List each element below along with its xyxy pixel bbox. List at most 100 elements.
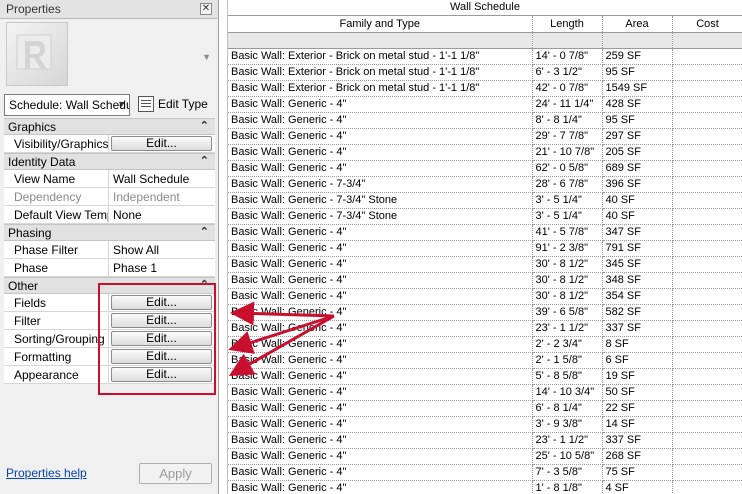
area-cell[interactable]: 791 SF — [602, 240, 673, 257]
table-row[interactable]: Basic Wall: Generic - 4" 91' - 2 3/8" 791 … — [228, 240, 742, 257]
length-cell[interactable]: 62' - 0 5/8" — [532, 160, 603, 177]
table-row[interactable]: Basic Wall: Generic - 4" 3' - 9 3/8" 14 SF — [228, 416, 742, 433]
column-header-cost[interactable]: Cost — [672, 16, 742, 33]
family-type-cell[interactable]: Basic Wall: Generic - 4" — [228, 368, 533, 385]
table-row[interactable]: Basic Wall: Generic - 4" 30' - 8 1/2" 354 … — [228, 288, 742, 305]
area-cell[interactable]: 689 SF — [602, 160, 673, 177]
cost-cell[interactable] — [672, 272, 742, 289]
visibility-edit-button[interactable]: Edit... — [111, 136, 212, 151]
preview-dropdown-icon[interactable]: ▼ — [202, 52, 211, 62]
cost-cell[interactable] — [672, 336, 742, 353]
family-type-cell[interactable]: Basic Wall: Generic - 4" — [228, 320, 533, 337]
family-type-cell[interactable]: Basic Wall: Generic - 4" — [228, 128, 533, 145]
family-type-cell[interactable]: Basic Wall: Generic - 4" — [228, 304, 533, 321]
area-cell[interactable]: 19 SF — [602, 368, 673, 385]
cost-cell[interactable] — [672, 448, 742, 465]
length-cell[interactable]: 2' - 1 5/8" — [532, 352, 603, 369]
family-type-cell[interactable]: Basic Wall: Generic - 4" — [228, 256, 533, 273]
cost-cell[interactable] — [672, 320, 742, 337]
area-cell[interactable]: 4 SF — [602, 480, 673, 494]
table-row[interactable]: Basic Wall: Generic - 7-3/4" Stone 3' - 5… — [228, 208, 742, 225]
cost-cell[interactable] — [672, 96, 742, 113]
cost-cell[interactable] — [672, 48, 742, 65]
apply-button[interactable]: Apply — [139, 463, 212, 484]
area-cell[interactable]: 348 SF — [602, 272, 673, 289]
family-type-cell[interactable]: Basic Wall: Generic - 4" — [228, 400, 533, 417]
cost-cell[interactable] — [672, 384, 742, 401]
length-cell[interactable]: 8' - 8 1/4" — [532, 112, 603, 129]
length-cell[interactable]: 2' - 2 3/4" — [532, 336, 603, 353]
area-cell[interactable]: 268 SF — [602, 448, 673, 465]
family-type-cell[interactable]: Basic Wall: Exterior - Brick on metal st… — [228, 48, 533, 65]
length-cell[interactable]: 30' - 8 1/2" — [532, 272, 603, 289]
type-selector-dropdown[interactable]: Schedule: Wall Schedule ▼ — [4, 94, 130, 116]
cost-cell[interactable] — [672, 128, 742, 145]
length-cell[interactable]: 3' - 9 3/8" — [532, 416, 603, 433]
area-cell[interactable]: 337 SF — [602, 432, 673, 449]
phase-value[interactable]: Phase 1 — [110, 259, 215, 276]
table-row[interactable]: Basic Wall: Generic - 4" 2' - 2 3/4" 8 SF — [228, 336, 742, 353]
cost-cell[interactable] — [672, 64, 742, 81]
length-cell[interactable]: 24' - 11 1/4" — [532, 96, 603, 113]
length-cell[interactable]: 41' - 5 7/8" — [532, 224, 603, 241]
view-name-value[interactable]: Wall Schedule — [110, 170, 215, 187]
table-row[interactable]: Basic Wall: Generic - 4" 23' - 1 1/2" 337 … — [228, 320, 742, 337]
area-cell[interactable]: 40 SF — [602, 208, 673, 225]
group-identity-data[interactable]: Identity Data ⌃ — [4, 153, 215, 170]
area-cell[interactable]: 205 SF — [602, 144, 673, 161]
length-cell[interactable]: 25' - 10 5/8" — [532, 448, 603, 465]
column-header-area[interactable]: Area — [602, 16, 673, 33]
properties-help-link[interactable]: Properties help — [6, 466, 87, 480]
area-cell[interactable]: 582 SF — [602, 304, 673, 321]
schedule-title[interactable]: Wall Schedule — [228, 0, 742, 16]
family-type-cell[interactable]: Basic Wall: Generic - 4" — [228, 112, 533, 129]
family-type-cell[interactable]: Basic Wall: Generic - 4" — [228, 464, 533, 481]
cost-cell[interactable] — [672, 304, 742, 321]
cost-cell[interactable] — [672, 192, 742, 209]
table-row[interactable]: Basic Wall: Generic - 4" 24' - 11 1/4" 428… — [228, 96, 742, 113]
length-cell[interactable]: 42' - 0 7/8" — [532, 80, 603, 97]
column-header-length[interactable]: Length — [532, 16, 603, 33]
area-cell[interactable]: 337 SF — [602, 320, 673, 337]
family-type-cell[interactable]: Basic Wall: Generic - 4" — [228, 224, 533, 241]
table-row[interactable]: Basic Wall: Generic - 4" 30' - 8 1/2" 345 … — [228, 256, 742, 273]
cost-cell[interactable] — [672, 144, 742, 161]
table-row[interactable]: Basic Wall: Generic - 7-3/4" 28' - 6 7/8"… — [228, 176, 742, 193]
length-cell[interactable]: 23' - 1 1/2" — [532, 320, 603, 337]
cost-cell[interactable] — [672, 368, 742, 385]
table-row[interactable]: Basic Wall: Generic - 4" 14' - 10 3/4" 50 … — [228, 384, 742, 401]
length-cell[interactable]: 3' - 5 1/4" — [532, 208, 603, 225]
family-type-cell[interactable]: Basic Wall: Generic - 4" — [228, 336, 533, 353]
phase-filter-value[interactable]: Show All — [110, 241, 215, 258]
family-type-cell[interactable]: Basic Wall: Generic - 4" — [228, 144, 533, 161]
table-row[interactable]: Basic Wall: Generic - 4" 62' - 0 5/8" 689 … — [228, 160, 742, 177]
area-cell[interactable]: 396 SF — [602, 176, 673, 193]
family-type-cell[interactable]: Basic Wall: Generic - 4" — [228, 384, 533, 401]
table-row[interactable]: Basic Wall: Generic - 4" 5' - 8 5/8" 19 SF — [228, 368, 742, 385]
table-row[interactable]: Basic Wall: Generic - 4" 1' - 8 1/8" 4 SF — [228, 480, 742, 494]
table-row[interactable]: Basic Wall: Generic - 4" 2' - 1 5/8" 6 SF — [228, 352, 742, 369]
cost-cell[interactable] — [672, 208, 742, 225]
family-type-cell[interactable]: Basic Wall: Generic - 4" — [228, 272, 533, 289]
area-cell[interactable]: 40 SF — [602, 192, 673, 209]
view-template-value[interactable]: None — [110, 206, 215, 223]
area-cell[interactable]: 345 SF — [602, 256, 673, 273]
area-cell[interactable]: 8 SF — [602, 336, 673, 353]
family-type-cell[interactable]: Basic Wall: Generic - 4" — [228, 96, 533, 113]
family-type-cell[interactable]: Basic Wall: Generic - 4" — [228, 432, 533, 449]
table-row[interactable]: Basic Wall: Exterior - Brick on metal st… — [228, 48, 742, 65]
table-row[interactable]: Basic Wall: Generic - 4" 25' - 10 5/8" 268… — [228, 448, 742, 465]
table-row[interactable]: Basic Wall: Generic - 4" 23' - 1 1/2" 337 … — [228, 432, 742, 449]
length-cell[interactable]: 6' - 3 1/2" — [532, 64, 603, 81]
length-cell[interactable]: 29' - 7 7/8" — [532, 128, 603, 145]
cost-cell[interactable] — [672, 240, 742, 257]
table-row[interactable]: Basic Wall: Generic - 4" 6' - 8 1/4" 22 SF — [228, 400, 742, 417]
edit-type-button[interactable]: Edit Type — [136, 94, 215, 116]
cost-cell[interactable] — [672, 288, 742, 305]
family-type-cell[interactable]: Basic Wall: Generic - 4" — [228, 160, 533, 177]
family-type-cell[interactable]: Basic Wall: Generic - 4" — [228, 416, 533, 433]
family-type-cell[interactable]: Basic Wall: Generic - 4" — [228, 288, 533, 305]
table-row[interactable]: Basic Wall: Generic - 4" 7' - 3 5/8" 75 SF — [228, 464, 742, 481]
length-cell[interactable]: 30' - 8 1/2" — [532, 256, 603, 273]
length-cell[interactable]: 3' - 5 1/4" — [532, 192, 603, 209]
